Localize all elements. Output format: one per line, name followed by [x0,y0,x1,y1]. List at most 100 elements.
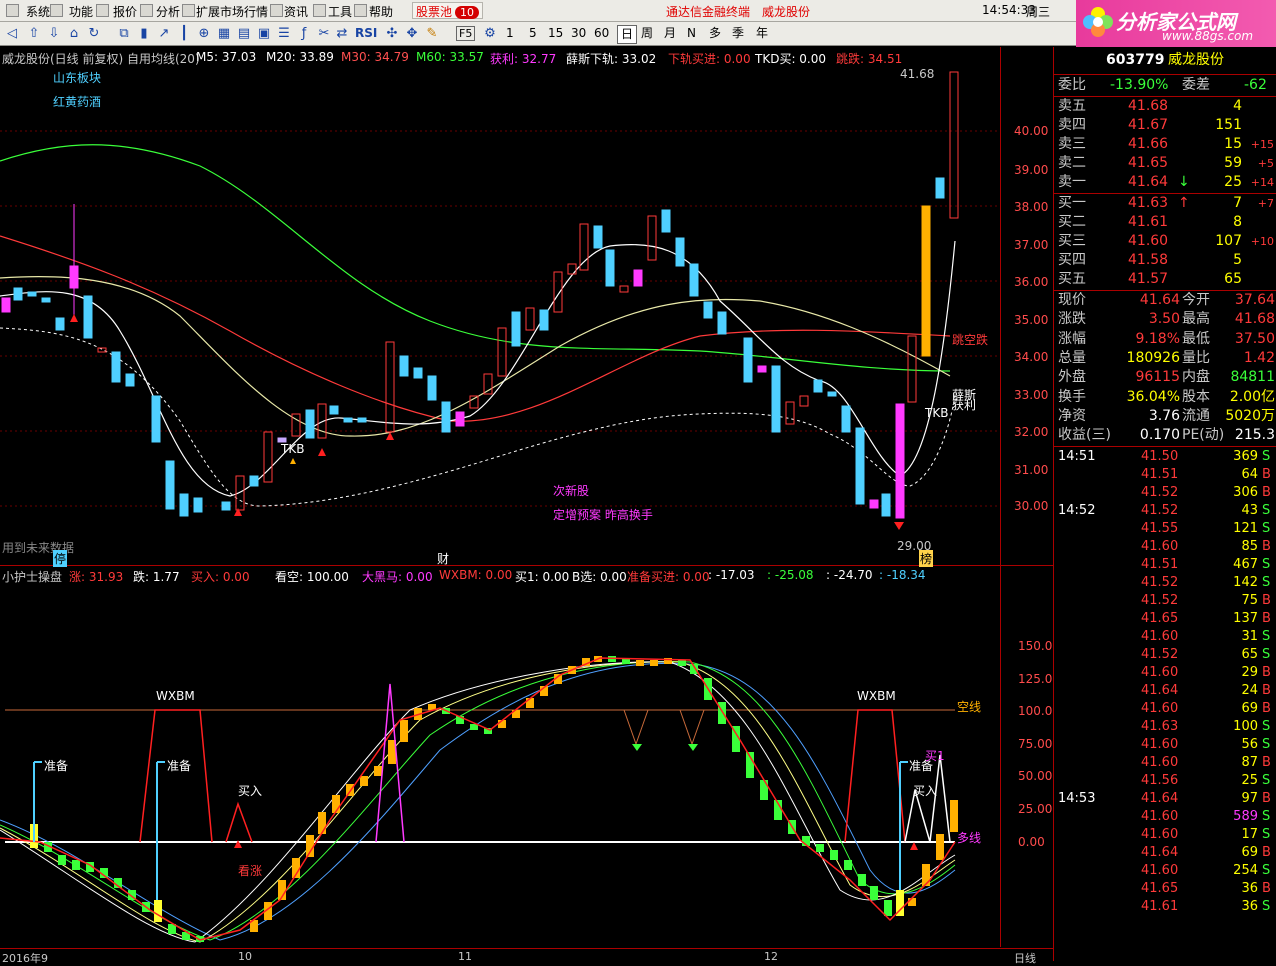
period-15min[interactable]: 15 [545,25,566,44]
tools-icon[interactable] [313,4,326,17]
period-day[interactable]: 日 [617,25,638,44]
main-chart-divider [0,565,1053,566]
period-60min[interactable]: 60 [591,25,612,44]
menu-item-extended-market[interactable]: 扩展市场行情 [196,3,268,20]
menu-item-help[interactable]: 帮助 [369,3,393,20]
quote-stat-row: 涨跌 3.50 最高 41.68 [1054,310,1276,329]
compare-icon[interactable]: ⇄ [334,26,350,42]
tick-row: 41.65 36 B [1054,880,1276,898]
order-diff-value: -62 [1244,77,1267,93]
period-30min[interactable]: 30 [568,25,589,44]
stat-value: 84811 [1230,369,1275,386]
menu-item-quote[interactable]: 报价 [113,3,137,20]
tick-price: 41.65 [1141,881,1179,896]
up-arrow-icon: ↑ [1178,195,1190,211]
stat-value: 41.68 [1234,311,1275,328]
weekday: 周三 [1026,5,1051,19]
buy-in-label: 买入 [238,784,263,798]
tick-volume: 306 [1233,485,1258,500]
rsi-button[interactable]: RSI [355,26,377,40]
tick-side: B [1262,881,1271,896]
zoom-icon[interactable]: ⊕ [196,26,212,42]
daily-tab[interactable]: 日线 [1014,950,1036,966]
list-icon[interactable]: ☰ [276,26,292,42]
indicator-tick: 75.00 [1018,737,1053,751]
period-1min[interactable]: 1 [503,25,517,44]
tick-volume: 137 [1233,611,1258,626]
buy-level-volume: 65 [1224,271,1242,287]
sell-level-price: 41.68 [1128,98,1169,114]
home-icon[interactable]: ⌂ [66,26,82,42]
green-down-arrows [632,744,698,751]
period-year[interactable]: 年 [753,25,771,44]
period-5min[interactable]: 5 [526,25,540,44]
sell-level-price: 41.67 [1128,117,1169,133]
extended-market-icon[interactable] [182,4,195,17]
crosshair-icon[interactable]: ✣ [384,26,400,42]
period-season[interactable]: 季 [729,25,747,44]
period-n[interactable]: N [684,25,699,44]
menu-item-news[interactable]: 资讯 [284,3,308,20]
ma30-label: M30: 34.79 [341,50,409,64]
main-price-chart[interactable] [0,66,1000,561]
price-tick: 39.00 [1014,163,1049,177]
formula-icon[interactable]: ƒ [296,26,312,42]
system-icon[interactable] [6,4,19,17]
period-week[interactable]: 周 [638,25,656,44]
fan-line-4 [0,661,956,943]
back-arrow-icon[interactable]: ◁ [4,26,20,42]
sell-level-row: 卖四 41.67 151 [1054,116,1276,135]
quote-stat-row: 涨幅 9.18% 最低 37.50 [1054,330,1276,349]
bar-chart-icon[interactable]: ▮ [136,26,152,42]
news-icon[interactable] [270,4,283,17]
tick-volume: 65 [1241,647,1258,662]
chart-settings-icon[interactable]: ⚙ [482,26,498,42]
stat-label: 净资 [1058,407,1086,424]
quote-stat-row: 净资 3.76 流通 5020万 [1054,407,1276,426]
price-tick: 38.00 [1014,200,1049,214]
up-arrow-icon[interactable]: ⇧ [26,26,42,42]
tick-volume: 142 [1233,575,1258,590]
trend-icon[interactable]: ↗ [156,26,172,42]
buy-level-row: 买二 41.61 8 [1054,213,1276,232]
tick-volume: 56 [1241,737,1258,752]
menu-item-system[interactable]: 系统 [26,3,50,20]
menu-item-function[interactable]: 功能 [69,3,93,20]
tick-side: S [1262,899,1271,914]
pencil-icon[interactable]: ✎ [424,26,440,42]
menu-item-analysis[interactable]: 分析 [156,3,180,20]
function-icon[interactable] [50,4,63,17]
refresh-icon[interactable]: ↻ [86,26,102,42]
candle-icon[interactable]: ┃ [176,26,192,42]
time-tick: 10 [238,950,252,963]
indicator-chart[interactable] [0,580,1000,948]
calendar-icon[interactable]: ▦ [216,26,232,42]
price-tick: 31.00 [1014,463,1049,477]
quote-icon[interactable] [96,4,109,17]
period-month[interactable]: 月 [661,25,679,44]
line-chart-icon[interactable]: ⧉ [116,26,132,42]
tick-side: B [1262,683,1271,698]
logo-url: www.88gs.com [1162,29,1254,43]
help-icon[interactable] [354,4,367,17]
tick-side: S [1262,809,1271,824]
scissors-icon[interactable]: ✂ [316,26,332,42]
stat-label: 现价 [1058,292,1086,308]
f5-button[interactable]: F5 [456,26,476,41]
grid-icon[interactable]: ▤ [236,26,252,42]
buy-level-row: 买一 41.63 ↑ 7 +7 [1054,194,1276,213]
move-icon[interactable]: ✥ [404,26,420,42]
analysis-icon[interactable] [140,4,153,17]
sell-level-row: 卖三 41.66 15 +15 [1054,135,1276,154]
window-icon[interactable]: ▣ [256,26,272,42]
period-multi[interactable]: 多 [706,25,724,44]
menu-item-tools[interactable]: 工具 [328,3,352,20]
tick-price: 41.60 [1141,863,1179,878]
down-arrow-icon[interactable]: ⇩ [46,26,62,42]
tick-row: 41.55 121 S [1054,520,1276,538]
price-tick: 35.00 [1014,313,1049,327]
stock-pool-button[interactable]: 股票池 10 [412,2,484,19]
tick-side: B [1262,593,1271,608]
tick-volume: 467 [1233,557,1258,572]
stat-label: 内盘 [1182,369,1210,386]
